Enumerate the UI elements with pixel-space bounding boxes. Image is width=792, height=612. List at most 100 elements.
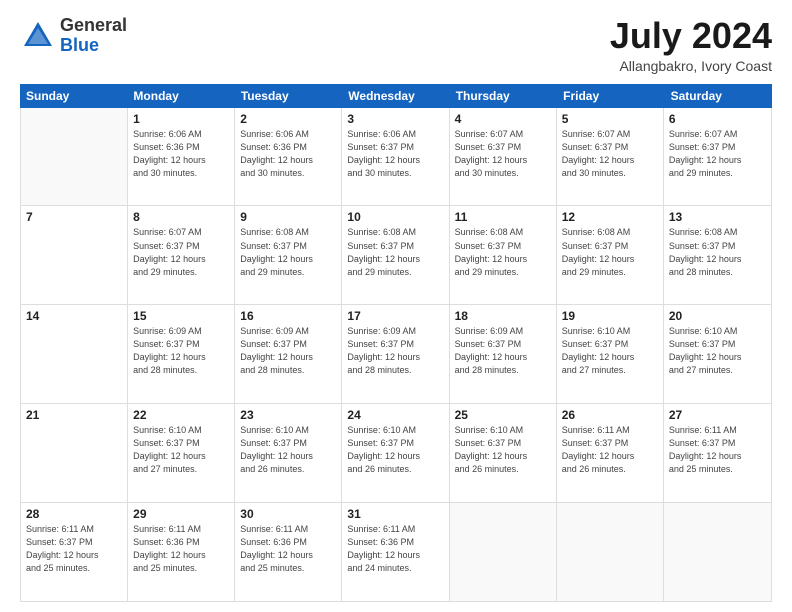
calendar-cell: 13 Sunrise: 6:08 AM Sunset: 6:37 PM Dayli… [664, 206, 771, 304]
day-info: Sunrise: 6:08 AM Sunset: 6:37 PM Dayligh… [562, 226, 658, 278]
day-number: 12 [562, 210, 658, 224]
calendar-cell: 4 Sunrise: 6:07 AM Sunset: 6:37 PM Daylig… [450, 108, 557, 206]
day-number: 14 [26, 309, 122, 323]
page: General Blue July 2024 Allangbakro, Ivor… [0, 0, 792, 612]
calendar-cell: 11 Sunrise: 6:08 AM Sunset: 6:37 PM Dayli… [450, 206, 557, 304]
day-info: Sunrise: 6:11 AM Sunset: 6:36 PM Dayligh… [347, 523, 443, 575]
calendar-cell: 10Sunrise: 6:08 AM Sunset: 6:37 PM Dayli… [342, 206, 449, 304]
calendar-cell: 2 Sunrise: 6:06 AM Sunset: 6:36 PM Daylig… [235, 108, 342, 206]
day-number: 27 [669, 408, 766, 422]
calendar-cell: 7 [21, 206, 128, 304]
calendar-body: 1 Sunrise: 6:06 AM Sunset: 6:36 PM Daylig… [20, 108, 772, 602]
day-info: Sunrise: 6:06 AM Sunset: 6:36 PM Dayligh… [133, 128, 229, 180]
calendar-cell: 29 Sunrise: 6:11 AM Sunset: 6:36 PM Dayli… [128, 503, 235, 601]
calendar-cell: 30 Sunrise: 6:11 AM Sunset: 6:36 PM Dayli… [235, 503, 342, 601]
day-number: 29 [133, 507, 229, 521]
day-number: 18 [455, 309, 551, 323]
day-number: 28 [26, 507, 122, 521]
calendar-cell: 22 Sunrise: 6:10 AM Sunset: 6:37 PM Dayli… [128, 404, 235, 502]
logo-blue: Blue [60, 36, 127, 56]
day-info: Sunrise: 6:09 AM Sunset: 6:37 PM Dayligh… [347, 325, 443, 377]
day-number: 31 [347, 507, 443, 521]
day-info: Sunrise: 6:11 AM Sunset: 6:36 PM Dayligh… [133, 523, 229, 575]
calendar-cell: 14 [21, 305, 128, 403]
calendar-cell: 15Sunrise: 6:09 AM Sunset: 6:37 PM Dayli… [128, 305, 235, 403]
calendar-cell: 27Sunrise: 6:11 AM Sunset: 6:37 PM Dayli… [664, 404, 771, 502]
day-info: Sunrise: 6:09 AM Sunset: 6:37 PM Dayligh… [240, 325, 336, 377]
day-info: Sunrise: 6:09 AM Sunset: 6:37 PM Dayligh… [455, 325, 551, 377]
day-number: 6 [669, 112, 766, 126]
day-number: 15 [133, 309, 229, 323]
day-number: 26 [562, 408, 658, 422]
day-number: 19 [562, 309, 658, 323]
day-info: Sunrise: 6:11 AM Sunset: 6:36 PM Dayligh… [240, 523, 336, 575]
day-number: 10 [347, 210, 443, 224]
calendar-cell: 1 Sunrise: 6:06 AM Sunset: 6:36 PM Daylig… [128, 108, 235, 206]
calendar-row: 78 Sunrise: 6:07 AM Sunset: 6:37 PM Dayli… [21, 206, 771, 305]
day-number: 11 [455, 210, 551, 224]
day-number: 3 [347, 112, 443, 126]
calendar-weekday: Sunday [20, 84, 127, 108]
calendar-cell: 20Sunrise: 6:10 AM Sunset: 6:37 PM Dayli… [664, 305, 771, 403]
day-info: Sunrise: 6:08 AM Sunset: 6:37 PM Dayligh… [240, 226, 336, 278]
day-info: Sunrise: 6:10 AM Sunset: 6:37 PM Dayligh… [240, 424, 336, 476]
title-block: July 2024 Allangbakro, Ivory Coast [610, 16, 772, 74]
calendar-weekday: Wednesday [342, 84, 449, 108]
day-info: Sunrise: 6:07 AM Sunset: 6:37 PM Dayligh… [455, 128, 551, 180]
calendar-cell: 17Sunrise: 6:09 AM Sunset: 6:37 PM Dayli… [342, 305, 449, 403]
calendar-cell: 5Sunrise: 6:07 AM Sunset: 6:37 PM Daylig… [557, 108, 664, 206]
calendar-cell [664, 503, 771, 601]
calendar-cell: 21 [21, 404, 128, 502]
logo-icon [20, 18, 56, 54]
day-info: Sunrise: 6:07 AM Sunset: 6:37 PM Dayligh… [133, 226, 229, 278]
day-number: 30 [240, 507, 336, 521]
calendar: SundayMondayTuesdayWednesdayThursdayFrid… [20, 84, 772, 602]
logo: General Blue [20, 16, 127, 56]
calendar-cell: 12 Sunrise: 6:08 AM Sunset: 6:37 PM Dayli… [557, 206, 664, 304]
day-number: 16 [240, 309, 336, 323]
calendar-cell: 23 Sunrise: 6:10 AM Sunset: 6:37 PM Dayli… [235, 404, 342, 502]
calendar-cell: 18 Sunrise: 6:09 AM Sunset: 6:37 PM Dayli… [450, 305, 557, 403]
day-info: Sunrise: 6:07 AM Sunset: 6:37 PM Dayligh… [669, 128, 766, 180]
day-info: Sunrise: 6:11 AM Sunset: 6:37 PM Dayligh… [562, 424, 658, 476]
calendar-weekday: Saturday [665, 84, 772, 108]
logo-text: General Blue [60, 16, 127, 56]
day-number: 23 [240, 408, 336, 422]
day-number: 8 [133, 210, 229, 224]
calendar-cell: 19Sunrise: 6:10 AM Sunset: 6:37 PM Dayli… [557, 305, 664, 403]
calendar-cell [557, 503, 664, 601]
day-number: 7 [26, 210, 122, 224]
calendar-weekday: Friday [557, 84, 664, 108]
calendar-cell: 6 Sunrise: 6:07 AM Sunset: 6:37 PM Daylig… [664, 108, 771, 206]
day-number: 24 [347, 408, 443, 422]
calendar-weekday: Thursday [450, 84, 557, 108]
day-info: Sunrise: 6:10 AM Sunset: 6:37 PM Dayligh… [133, 424, 229, 476]
day-number: 2 [240, 112, 336, 126]
calendar-cell: 16 Sunrise: 6:09 AM Sunset: 6:37 PM Dayli… [235, 305, 342, 403]
calendar-header: SundayMondayTuesdayWednesdayThursdayFrid… [20, 84, 772, 108]
calendar-row: 28 Sunrise: 6:11 AM Sunset: 6:37 PM Dayli… [21, 503, 771, 601]
header: General Blue July 2024 Allangbakro, Ivor… [20, 16, 772, 74]
day-number: 4 [455, 112, 551, 126]
calendar-cell: 26 Sunrise: 6:11 AM Sunset: 6:37 PM Dayli… [557, 404, 664, 502]
day-info: Sunrise: 6:11 AM Sunset: 6:37 PM Dayligh… [26, 523, 122, 575]
day-number: 5 [562, 112, 658, 126]
day-number: 1 [133, 112, 229, 126]
calendar-weekday: Monday [127, 84, 234, 108]
calendar-row: 21 22 Sunrise: 6:10 AM Sunset: 6:37 PM Day… [21, 404, 771, 503]
day-number: 22 [133, 408, 229, 422]
day-number: 25 [455, 408, 551, 422]
day-info: Sunrise: 6:10 AM Sunset: 6:37 PM Dayligh… [669, 325, 766, 377]
calendar-cell: 28 Sunrise: 6:11 AM Sunset: 6:37 PM Dayli… [21, 503, 128, 601]
calendar-cell: 24Sunrise: 6:10 AM Sunset: 6:37 PM Dayli… [342, 404, 449, 502]
day-info: Sunrise: 6:06 AM Sunset: 6:36 PM Dayligh… [240, 128, 336, 180]
day-number: 9 [240, 210, 336, 224]
main-title: July 2024 [610, 16, 772, 56]
day-number: 21 [26, 408, 122, 422]
calendar-row: 1415Sunrise: 6:09 AM Sunset: 6:37 PM Day… [21, 305, 771, 404]
day-info: Sunrise: 6:08 AM Sunset: 6:37 PM Dayligh… [669, 226, 766, 278]
calendar-cell: 8 Sunrise: 6:07 AM Sunset: 6:37 PM Daylig… [128, 206, 235, 304]
day-number: 13 [669, 210, 766, 224]
day-info: Sunrise: 6:08 AM Sunset: 6:37 PM Dayligh… [455, 226, 551, 278]
calendar-cell: 9 Sunrise: 6:08 AM Sunset: 6:37 PM Daylig… [235, 206, 342, 304]
